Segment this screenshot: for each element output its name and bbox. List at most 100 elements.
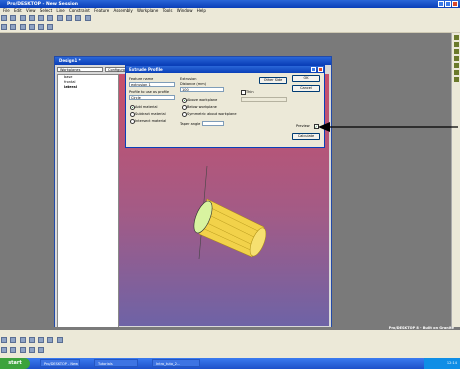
app-title-bar[interactable]: Pro/DESKTOP - New Session [0,0,460,8]
design-window-title: Design1 * [59,58,81,63]
clock: 12:14 [446,361,457,365]
right-toolbar [451,33,460,330]
task-prodesktop[interactable]: Pro/DESKTOP - New [40,359,80,367]
ellipse-tool-icon[interactable] [454,63,459,68]
menu-line[interactable]: Line [56,8,64,13]
menu-feature[interactable]: Feature [94,8,109,13]
help-icon[interactable] [84,15,91,21]
status-area: Pro/DESKTOP 8 - Built on Granite [0,326,460,358]
new-file-icon[interactable] [1,15,7,21]
view-side-icon[interactable] [19,337,26,343]
workplane-tree: base frontal lateral [57,74,119,328]
symmetric-workplane-label: Symmetric about workplane [187,112,237,116]
bottom-toolbar-1 [0,336,460,345]
feature-name-input[interactable]: extrusion 1 [129,82,175,87]
extrude-profile-dialog: Extrude Profile Feature name extrusion 1… [125,65,325,148]
menu-select[interactable]: Select [40,8,52,13]
constraint-tool-icon[interactable] [454,77,459,82]
task-intro-tutorial[interactable]: Intro_tuto_2... [152,359,200,367]
profile-label: Profile to use as profile [129,90,170,94]
zoom-fit-icon[interactable] [56,337,63,343]
distance-input[interactable]: 100 [180,87,224,92]
paste-icon[interactable] [56,15,63,21]
zoom-in-icon[interactable] [38,337,45,343]
close-icon[interactable] [318,67,323,72]
print-icon[interactable] [28,15,35,21]
feature-name-label: Feature name [129,77,154,81]
app-title: Pro/DESKTOP - New Session [7,2,79,7]
menu-assembly[interactable]: Assembly [113,8,132,13]
save-icon[interactable] [19,15,26,21]
preview-label: Preview [296,124,310,128]
menu-tools[interactable]: Tools [163,8,173,13]
menu-file[interactable]: File [3,8,10,13]
search-icon[interactable] [47,24,54,30]
pencil-icon[interactable] [38,24,45,30]
rectangle-tool-icon[interactable] [454,56,459,61]
browser-combo[interactable]: Workplanes [57,67,103,72]
taskbar: start Pro/DESKTOP - New Tutorials Intro_… [0,358,460,369]
tree-item-lateral[interactable]: lateral [58,85,118,90]
menu-edit[interactable]: Edit [14,8,22,13]
calculate-button[interactable]: Calculate [292,133,320,140]
fillet-tool-icon[interactable] [454,70,459,75]
zoom-icon[interactable] [19,24,26,30]
task-tutorials[interactable]: Tutorials [94,359,138,367]
other-side-button[interactable]: Other Side [259,77,287,84]
zoom-out-icon[interactable] [47,337,54,343]
line-tool-icon[interactable] [454,35,459,40]
redo-icon[interactable] [75,15,82,21]
rotate-icon[interactable] [1,24,7,30]
arc-tool-icon[interactable] [454,42,459,47]
view-iso-icon[interactable] [28,337,35,343]
cancel-button[interactable]: Cancel [292,85,320,92]
cylinder-preview [193,198,267,258]
view-top-icon[interactable] [10,337,17,343]
material-icon[interactable] [28,347,35,353]
design-window-title-bar[interactable]: Design1 * [55,57,331,65]
add-material-label: Add material [135,105,158,109]
thin-label: Thin [246,90,254,94]
menu-view[interactable]: View [26,8,36,13]
light-icon[interactable] [38,347,45,353]
shade-icon[interactable] [1,347,7,353]
above-workplane-label: Above workplane [187,98,218,102]
ok-button[interactable]: OK [292,75,320,82]
bottom-toolbar-2 [0,346,460,355]
help-icon[interactable] [311,67,316,72]
circle-tool-icon[interactable] [454,49,459,54]
minimize-icon[interactable] [438,1,444,7]
profile-select[interactable]: Circle [129,95,175,100]
open-file-icon[interactable] [10,15,17,21]
distance-label: Distance (mm) [180,82,206,86]
extrusion-label: Extrusion [180,77,197,81]
copy-icon[interactable] [47,15,54,21]
select-icon[interactable] [28,24,35,30]
dialog-title: Extrude Profile [129,67,163,72]
menu-help[interactable]: Help [197,8,206,13]
thickness-input [241,97,287,102]
toolbar-view [0,23,460,33]
taper-angle-input[interactable] [202,121,224,126]
wireframe-icon[interactable] [10,347,17,353]
hidden-line-icon[interactable] [19,347,26,353]
subtract-material-label: Subtract material [135,112,166,116]
status-text: Pro/DESKTOP 8 - Built on Granite [388,326,454,330]
view-front-icon[interactable] [1,337,7,343]
below-workplane-label: Below workplane [187,105,217,109]
dialog-title-bar[interactable]: Extrude Profile [126,66,324,73]
start-button[interactable]: start [0,358,30,369]
intersect-material-label: Intersect material [135,119,167,123]
menu-constraint[interactable]: Constraint [69,8,90,13]
annotation-arrow [318,122,458,132]
pan-icon[interactable] [10,24,17,30]
undo-icon[interactable] [65,15,72,21]
system-tray: 12:14 [424,358,460,369]
taper-angle-label: Taper angle [180,122,201,126]
cut-icon[interactable] [38,15,45,21]
menu-window[interactable]: Window [177,8,193,13]
close-icon[interactable] [452,1,458,7]
menu-workplane[interactable]: Workplane [137,8,158,13]
window-controls [438,1,458,7]
maximize-icon[interactable] [445,1,451,7]
